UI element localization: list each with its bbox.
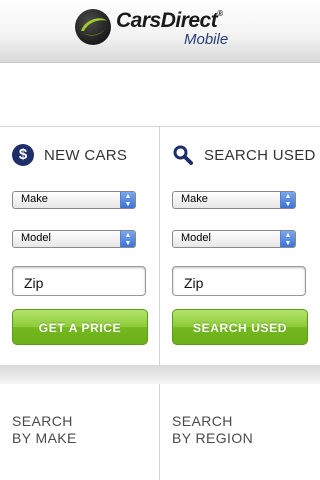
search-by-make-link[interactable]: SEARCH BY MAKE	[12, 413, 152, 447]
new-cars-header: $ NEW CARS	[12, 143, 127, 167]
link-line: SEARCH	[12, 413, 73, 429]
carsdirect-logo-icon	[75, 9, 111, 45]
app-header: CarsDirect® Mobile	[0, 0, 320, 63]
new-cars-make-select[interactable]: Make ▲ ▼	[12, 191, 136, 209]
browse-divider	[159, 384, 160, 480]
link-line: BY REGION	[172, 430, 254, 446]
select-arrows-icon: ▲ ▼	[120, 192, 135, 208]
select-value: Make	[21, 193, 48, 205]
select-arrows-icon: ▲ ▼	[280, 192, 295, 208]
used-cars-panel: SEARCH USED Make ▲ ▼ Model ▲ ▼ Zip SEARCH …	[160, 127, 319, 365]
link-line: SEARCH	[172, 413, 233, 429]
search-used-button[interactable]: SEARCH USED	[172, 309, 308, 345]
new-cars-title: NEW CARS	[44, 146, 128, 164]
select-arrows-icon: ▲ ▼	[120, 231, 135, 247]
used-cars-make-select[interactable]: Make ▲ ▼	[172, 191, 296, 209]
select-value: Make	[181, 193, 208, 205]
select-value: Model	[181, 232, 211, 244]
browse-links: SEARCH BY MAKE SEARCH BY REGION	[0, 384, 320, 480]
trademark-mark: ®	[217, 9, 223, 18]
new-cars-model-select[interactable]: Model ▲ ▼	[12, 230, 136, 248]
search-panels: $ NEW CARS Make ▲ ▼ Model ▲ ▼ Zip GET A PR…	[0, 126, 320, 366]
search-used-title: SEARCH USED	[204, 146, 316, 164]
section-separator	[0, 365, 320, 384]
link-line: BY MAKE	[12, 430, 77, 446]
get-a-price-button[interactable]: GET A PRICE	[12, 309, 148, 345]
new-cars-zip-input[interactable]: Zip	[12, 266, 146, 296]
new-cars-panel: $ NEW CARS Make ▲ ▼ Model ▲ ▼ Zip GET A PR…	[0, 127, 159, 365]
used-cars-zip-input[interactable]: Zip	[172, 266, 306, 296]
used-cars-header: SEARCH USED	[172, 143, 316, 167]
search-by-region-link[interactable]: SEARCH BY REGION	[172, 413, 312, 447]
brand-subtitle: Mobile	[184, 31, 229, 48]
dollar-icon: $	[12, 144, 34, 166]
used-cars-model-select[interactable]: Model ▲ ▼	[172, 230, 296, 248]
search-icon	[173, 145, 193, 165]
top-spacer	[0, 63, 320, 126]
brand-name[interactable]: CarsDirect®	[116, 9, 223, 33]
select-value: Model	[21, 232, 51, 244]
select-arrows-icon: ▲ ▼	[280, 231, 295, 247]
